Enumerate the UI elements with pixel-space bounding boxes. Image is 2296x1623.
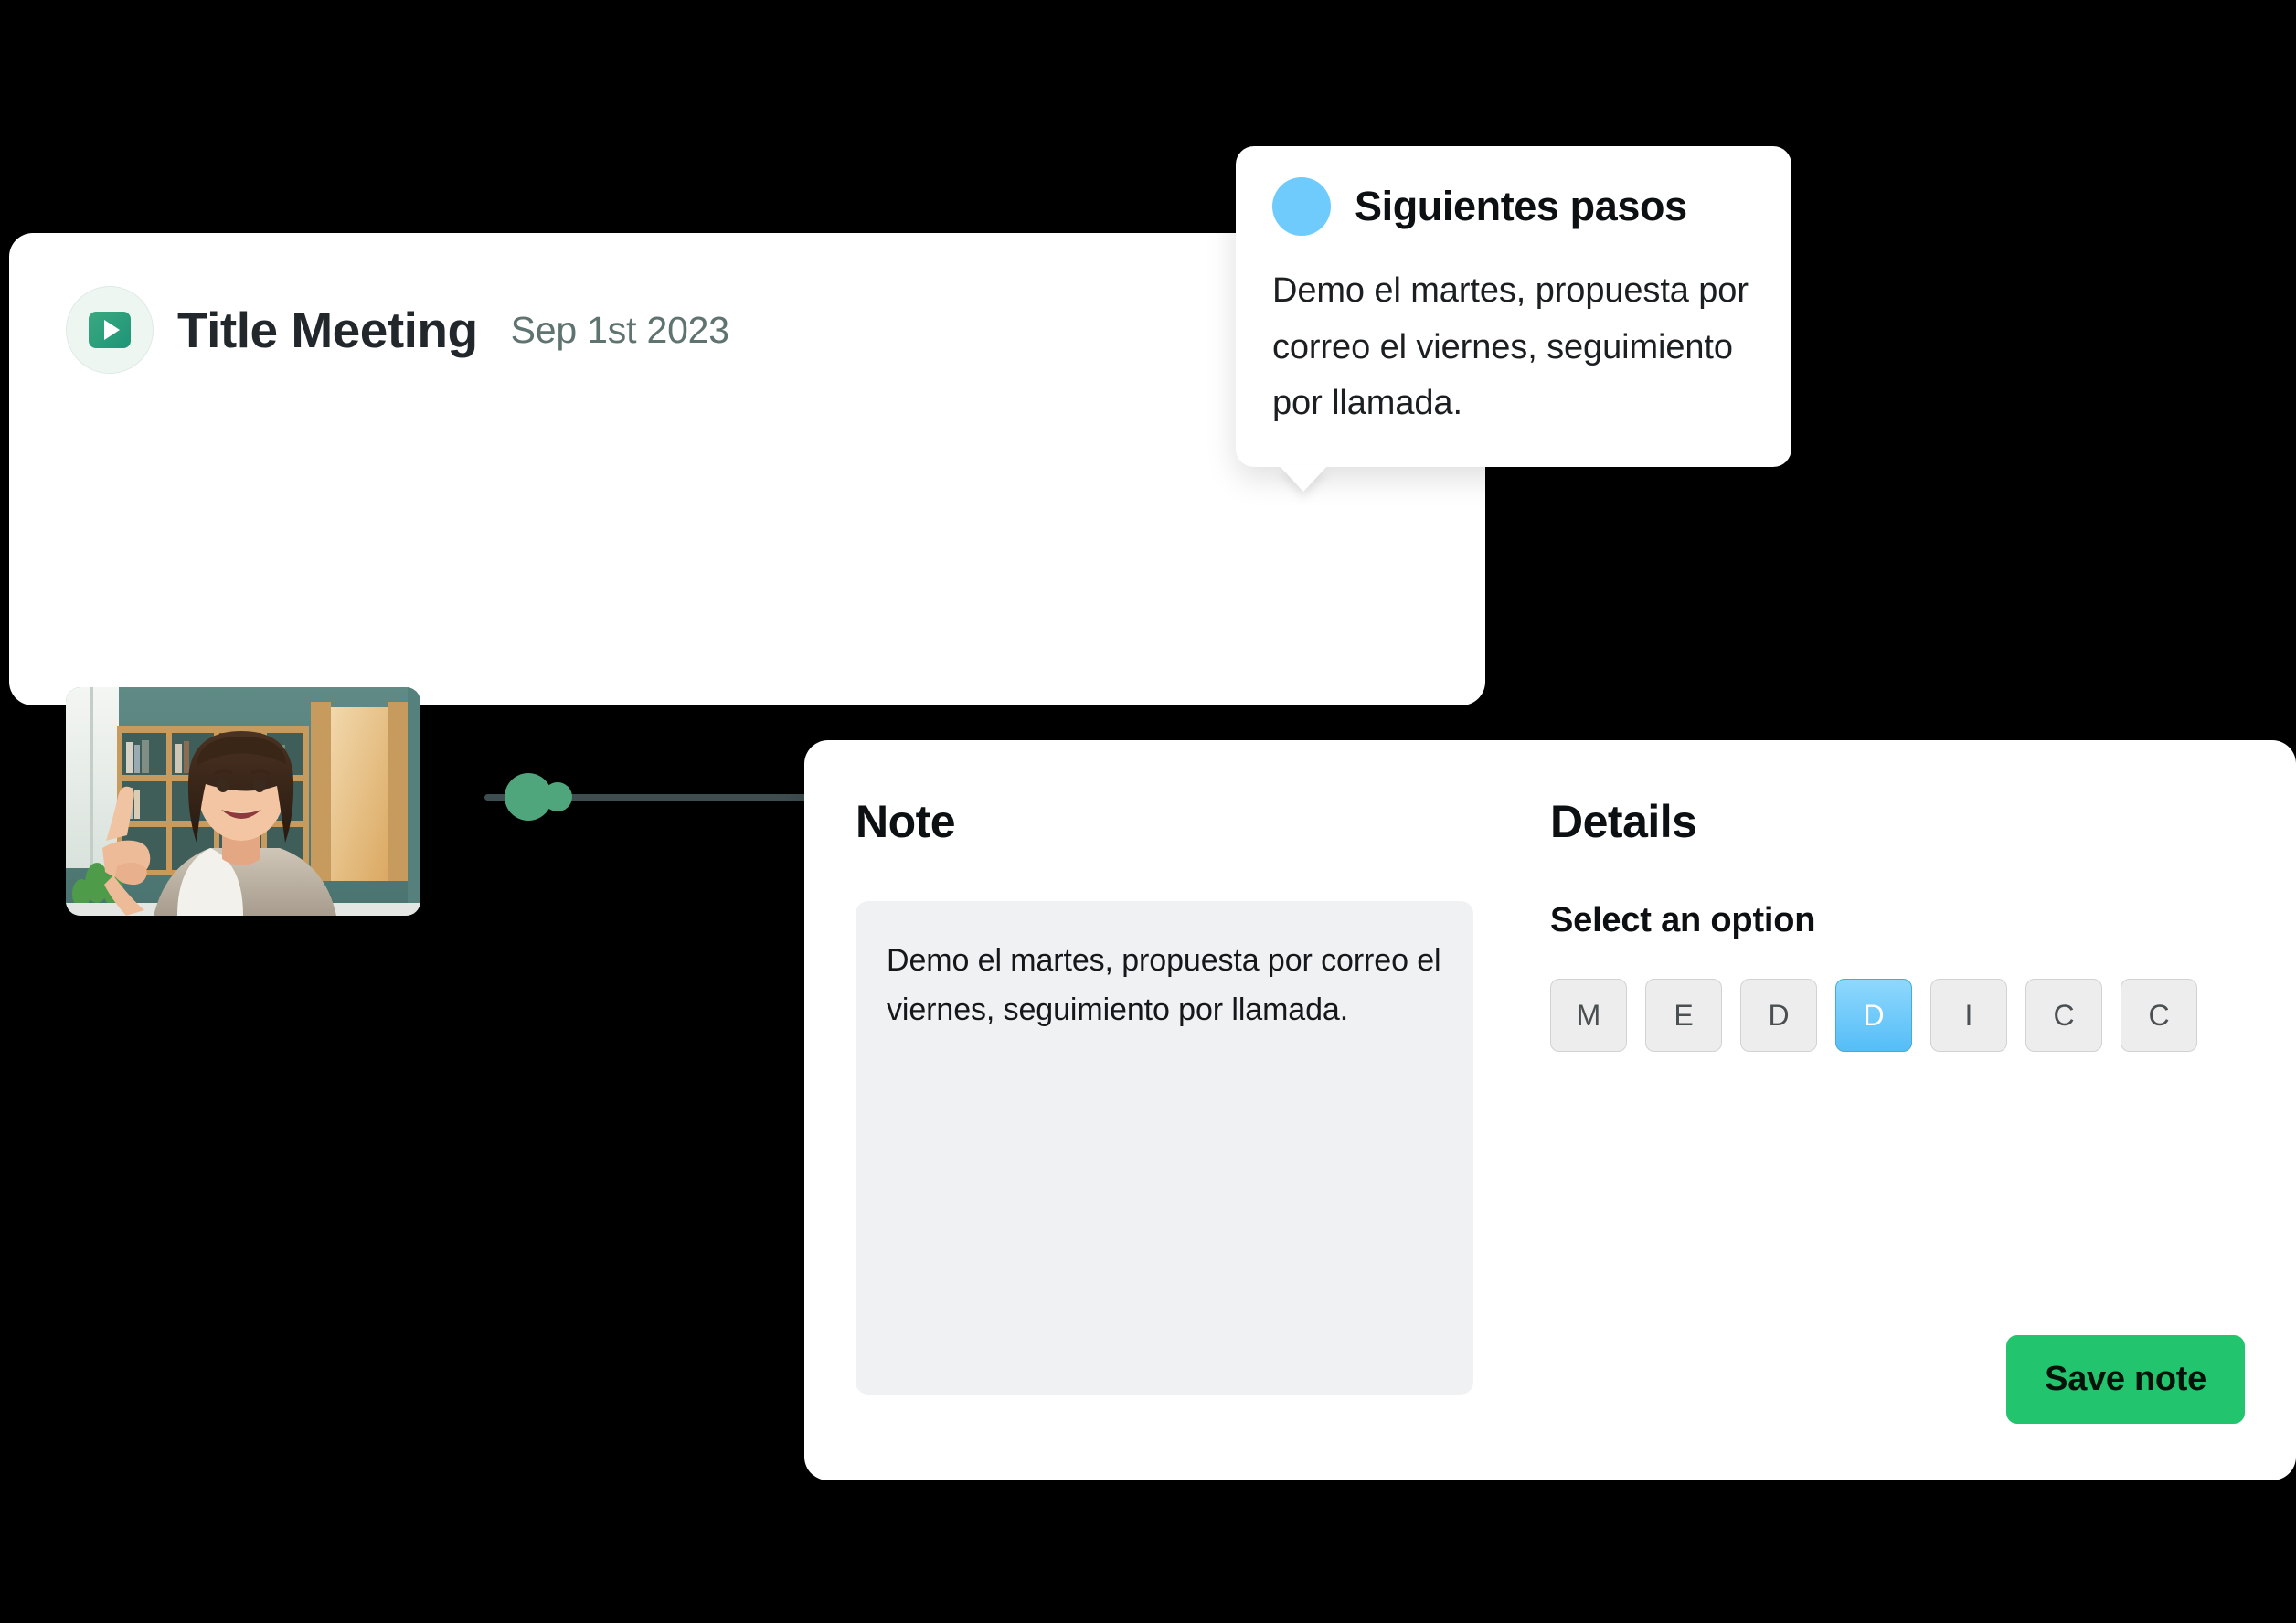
option-key-2[interactable]: D (1740, 979, 1817, 1052)
note-heading: Note (856, 796, 956, 847)
tooltip-marker-dot-icon (1272, 177, 1331, 236)
option-key-3[interactable]: D (1835, 979, 1912, 1052)
play-icon[interactable] (66, 286, 154, 374)
tooltip-body: Demo el martes, propuesta por correo el … (1272, 271, 1749, 423)
option-key-6[interactable]: C (2121, 979, 2197, 1052)
option-key-5[interactable]: C (2025, 979, 2102, 1052)
meeting-header: Title Meeting Sep 1st 2023 (66, 286, 729, 374)
select-option-label: Select an option (1550, 901, 1816, 939)
option-key-4[interactable]: I (1930, 979, 2007, 1052)
save-note-button[interactable]: Save note (2006, 1335, 2245, 1424)
tooltip-tail (1280, 465, 1327, 492)
next-steps-tooltip: Siguientes pasos Demo el martes, propues… (1236, 146, 1791, 492)
note-column: Note Demo el martes, propuesta por corre… (856, 795, 1486, 1395)
option-selector: MEDDICC (1550, 979, 2245, 1052)
meeting-date: Sep 1st 2023 (510, 308, 729, 351)
option-key-0[interactable]: M (1550, 979, 1627, 1052)
tooltip-header: Siguientes pasos (1272, 177, 1755, 236)
page-title: Title Meeting (177, 302, 478, 358)
play-icon-plate (89, 312, 131, 348)
tooltip-title: Siguientes pasos (1355, 183, 1687, 229)
option-key-1[interactable]: E (1645, 979, 1722, 1052)
video-thumbnail[interactable] (66, 687, 420, 916)
timeline-marker[interactable] (543, 782, 572, 812)
details-column: Details Select an option MEDDICC (1550, 795, 2245, 1052)
note-details-card: Note Demo el martes, propuesta por corre… (804, 740, 2296, 1480)
play-triangle (104, 320, 120, 340)
note-input[interactable]: Demo el martes, propuesta por correo el … (856, 901, 1473, 1395)
video-thumbnail-image (66, 687, 420, 916)
screen-root: Title Meeting Sep 1st 2023 Siguientes pa… (0, 0, 2296, 1623)
details-heading: Details (1550, 796, 1697, 847)
